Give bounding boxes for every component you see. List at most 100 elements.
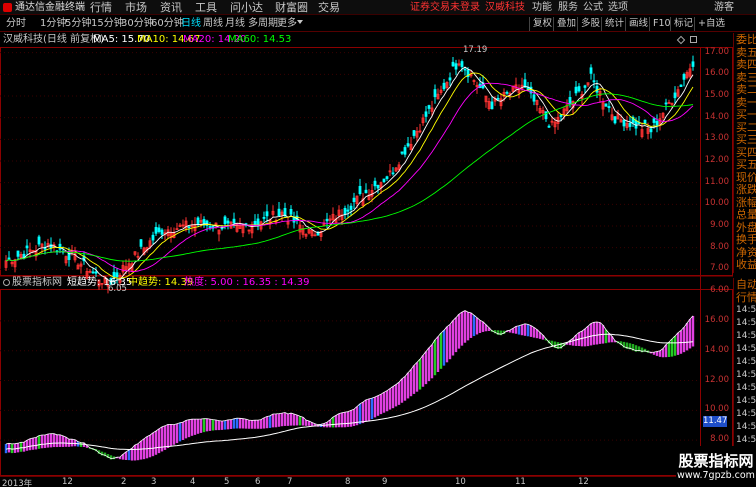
- quote-label-15: 外盘: [736, 220, 756, 234]
- indicator-bar: [451, 320, 455, 356]
- candle-body: [583, 85, 587, 88]
- quote-label-16: 换手: [736, 233, 756, 246]
- quote-label-13: 涨幅: [736, 195, 756, 209]
- candle-body: [451, 61, 455, 67]
- indicator-bar: [175, 423, 179, 444]
- indicator-bar: [295, 415, 299, 426]
- indicator-bar: [271, 414, 275, 428]
- indicator-bar: [298, 416, 302, 426]
- candle-body: [352, 197, 356, 202]
- candle-body: [673, 92, 677, 99]
- indicator-bar: [220, 421, 224, 430]
- x-tick-2: 2: [121, 477, 127, 487]
- indicator-bar: [388, 388, 392, 410]
- indicator-bar: [79, 442, 83, 447]
- indicator-bar: [283, 412, 287, 426]
- trade-label-1: 行情: [736, 291, 756, 304]
- candle-body: [358, 185, 362, 195]
- quote-label-2: 卖四: [736, 58, 756, 71]
- candle-body: [196, 217, 200, 225]
- indicator-bar: [253, 420, 257, 429]
- candle-body: [448, 77, 452, 81]
- indicator-bar: [448, 324, 452, 360]
- ma60-line: [5, 93, 694, 262]
- indicator-bar: [187, 419, 191, 438]
- indicator-bar: [304, 420, 308, 426]
- indicator-settings-icon[interactable]: [3, 279, 10, 286]
- candle-body: [649, 128, 653, 133]
- candle-body: [544, 111, 548, 120]
- indicator-bar: [259, 419, 263, 429]
- candle-body: [382, 178, 386, 182]
- ind-tick: 10.00: [704, 404, 729, 415]
- indicator-bar: [223, 420, 227, 430]
- price-tick: 9.00: [710, 220, 729, 230]
- ind-tick: 8.00: [710, 434, 729, 445]
- indicator-bar: [190, 419, 194, 436]
- indicator-bar: [343, 412, 347, 428]
- indicator-bar: [286, 413, 290, 426]
- indicator-bar: [682, 327, 686, 353]
- indicator-bar: [385, 390, 389, 412]
- indicator-bar: [289, 413, 293, 426]
- indicator-bar: [22, 442, 26, 452]
- indicator-bar: [64, 437, 68, 447]
- indicator-bar: [469, 312, 473, 338]
- indicator-bar: [472, 315, 476, 337]
- indicator-bar: [181, 422, 185, 440]
- indicator-bar: [55, 434, 59, 448]
- indicator-bar: [277, 413, 281, 427]
- x-tick-10: 10: [455, 477, 466, 487]
- candle-body: [412, 130, 416, 136]
- ind-baseline: [5, 333, 694, 450]
- indicator-bar: [148, 435, 152, 458]
- indicator-bar: [208, 419, 212, 431]
- candle-body: [325, 218, 329, 222]
- price-tick: 8.00: [710, 241, 729, 252]
- trade-label-7: 14:50: [736, 370, 756, 380]
- price-tick: 17.00: [704, 46, 729, 57]
- kline-chart[interactable]: [0, 0, 733, 487]
- trade-label-0: 自动: [736, 278, 756, 291]
- indicator-bar: [34, 437, 38, 450]
- price-tick: 12.00: [704, 155, 729, 165]
- indicator-bar: [409, 369, 413, 397]
- candle-body: [607, 106, 611, 109]
- indicator-bar: [436, 336, 440, 373]
- indicator-bar: [397, 382, 401, 405]
- candle-body: [232, 218, 236, 224]
- indicator-bar: [463, 310, 467, 343]
- ind-tick: 12.00: [704, 374, 729, 385]
- candle-body: [406, 143, 410, 147]
- indicator-bar: [517, 325, 521, 335]
- indicator-bar: [370, 398, 374, 420]
- indicator-bar: [481, 321, 485, 332]
- indicator-bar: [193, 419, 197, 435]
- indicator-bar: [205, 418, 209, 432]
- indicator-bar: [454, 317, 458, 353]
- candle-body: [349, 205, 353, 210]
- indicator-bar: [43, 434, 47, 449]
- indicator-bar: [655, 351, 659, 356]
- indicator-bar: [421, 355, 425, 387]
- candle-body: [391, 172, 395, 175]
- x-tick-5: 5: [224, 477, 230, 487]
- candle-body: [622, 119, 626, 127]
- candle-body: [628, 122, 632, 127]
- indicator-bar: [70, 439, 74, 447]
- indicator-bar: [661, 348, 665, 358]
- quote-label-3: 卖三: [736, 70, 756, 84]
- indicator-bar: [19, 442, 23, 452]
- indicator-bar: [514, 326, 518, 334]
- indicator-bar: [172, 424, 176, 445]
- indicator-bar: [49, 433, 53, 448]
- candle-body: [574, 86, 578, 94]
- candle-body: [25, 245, 29, 249]
- candle-body: [679, 84, 683, 87]
- indicator-name[interactable]: 股票指标网: [12, 277, 62, 289]
- indicator-bar: [670, 338, 674, 357]
- candle-body: [604, 103, 608, 107]
- indicator-bar: [475, 317, 479, 335]
- indicator-bar: [40, 435, 44, 449]
- indicator-bar: [379, 394, 383, 415]
